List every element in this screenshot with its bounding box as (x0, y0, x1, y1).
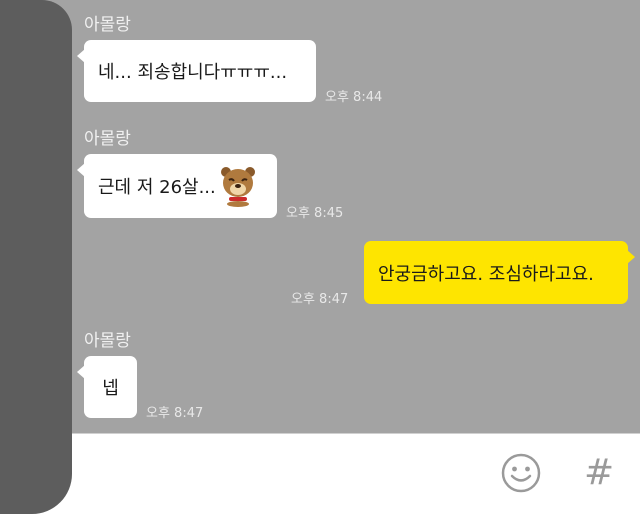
message-bubble[interactable]: 넵 (77, 356, 137, 418)
message-text: 넵 (102, 378, 119, 399)
message-input-bar (0, 433, 640, 515)
sender-name: 아몰랑 (84, 129, 131, 149)
message-time: 오후 8:44 (325, 90, 383, 105)
message-bubble[interactable]: 근데 저 26살... (77, 154, 277, 218)
sender-name: 아몰랑 (84, 15, 131, 35)
message-input[interactable] (70, 434, 490, 515)
chat-area[interactable]: 아몰랑 네... 죄송합니다ㅠㅠㅠ... 오후 8:44 아몰랑 근데 저 26… (0, 0, 640, 433)
crying-bear-emoticon (220, 167, 255, 207)
message-text: 근데 저 26살... (98, 177, 216, 198)
my-message-bubble[interactable]: 안궁금하고요. 조심하라고요. (364, 241, 635, 304)
smiley-icon[interactable] (500, 452, 542, 494)
hash-search-button[interactable]: # (584, 450, 614, 496)
sender-name: 아몰랑 (84, 331, 131, 351)
redaction-overlay (0, 0, 72, 514)
message-time: 오후 8:45 (286, 206, 344, 221)
message-text: 네... 죄송합니다ㅠㅠㅠ... (98, 62, 288, 83)
message-text: 안궁금하고요. 조심하라고요. (378, 263, 594, 285)
message-time: 오후 8:47 (291, 292, 349, 307)
message-time: 오후 8:47 (146, 406, 204, 421)
message-bubble[interactable]: 네... 죄송합니다ㅠㅠㅠ... (77, 40, 316, 102)
